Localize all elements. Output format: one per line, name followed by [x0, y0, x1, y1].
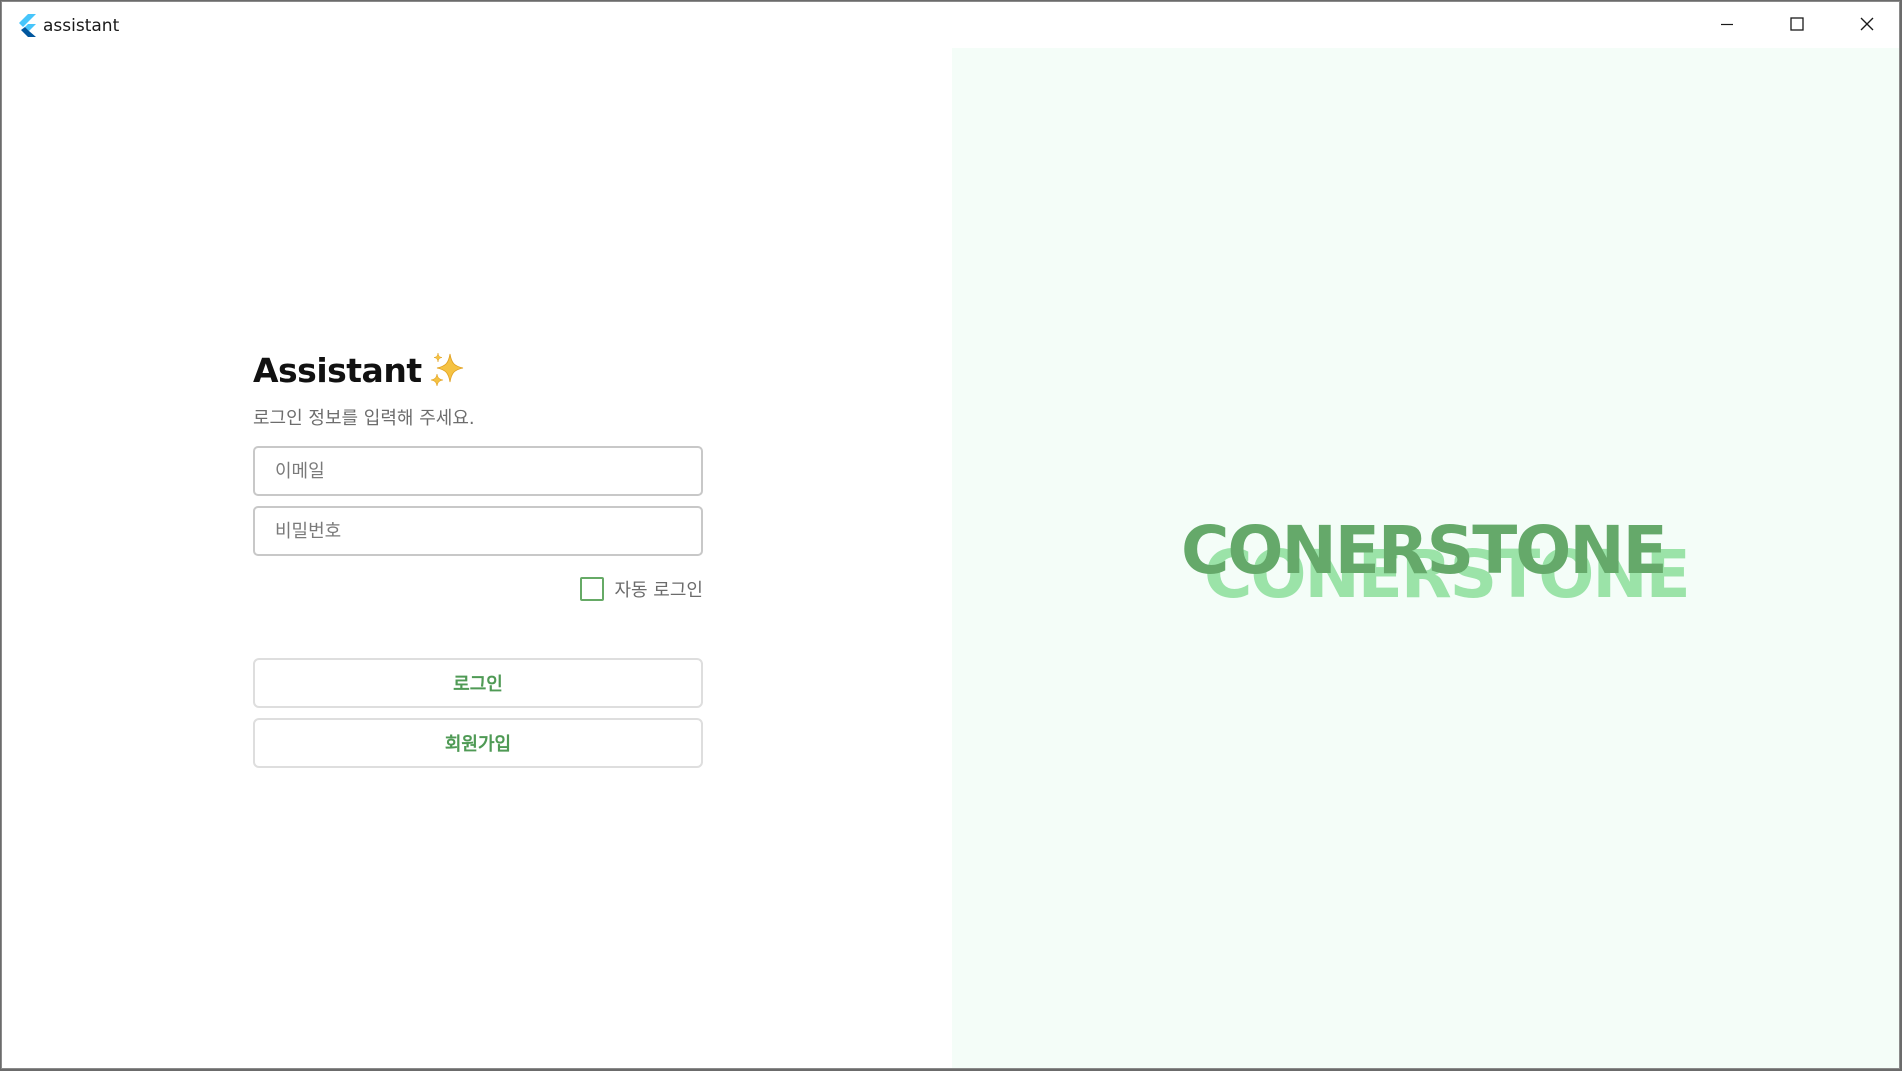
brand-logo-text: CONERSTONE [1181, 512, 1668, 589]
window-title: assistant [43, 16, 120, 36]
maximize-icon [1790, 17, 1804, 31]
password-field-container [253, 506, 703, 556]
auto-login-row[interactable]: 자동 로그인 [253, 574, 703, 604]
login-panel: Assistant 로그인 정보를 입력해 주세요. 자동 로그인 로그인 회원… [2, 48, 952, 1068]
password-field[interactable] [255, 508, 701, 554]
email-field-container [253, 446, 703, 496]
login-title: Assistant [253, 350, 422, 390]
login-button[interactable]: 로그인 [253, 658, 703, 708]
login-subtitle: 로그인 정보를 입력해 주세요. [253, 408, 475, 429]
sparkles-icon [430, 352, 463, 387]
auto-login-label[interactable]: 자동 로그인 [614, 576, 703, 602]
minimize-button[interactable] [1692, 2, 1762, 46]
minimize-icon [1721, 23, 1733, 26]
login-form: Assistant 로그인 정보를 입력해 주세요. 자동 로그인 로그인 회원… [253, 348, 703, 768]
close-button[interactable] [1832, 2, 1899, 46]
signup-button[interactable]: 회원가입 [253, 718, 703, 768]
brand-panel: CONERSTONE CONERSTONE [952, 48, 1899, 1068]
flutter-logo-icon [19, 14, 36, 37]
auto-login-checkbox[interactable] [580, 577, 605, 601]
app-window: assistant Assistant 로그인 정보를 입력해 주세요. 이메일… [1, 1, 1900, 1069]
close-icon [1860, 17, 1874, 31]
title-bar[interactable]: assistant [2, 2, 1899, 48]
login-heading: Assistant [253, 348, 703, 392]
email-field[interactable] [255, 448, 701, 494]
maximize-button[interactable] [1762, 2, 1832, 46]
